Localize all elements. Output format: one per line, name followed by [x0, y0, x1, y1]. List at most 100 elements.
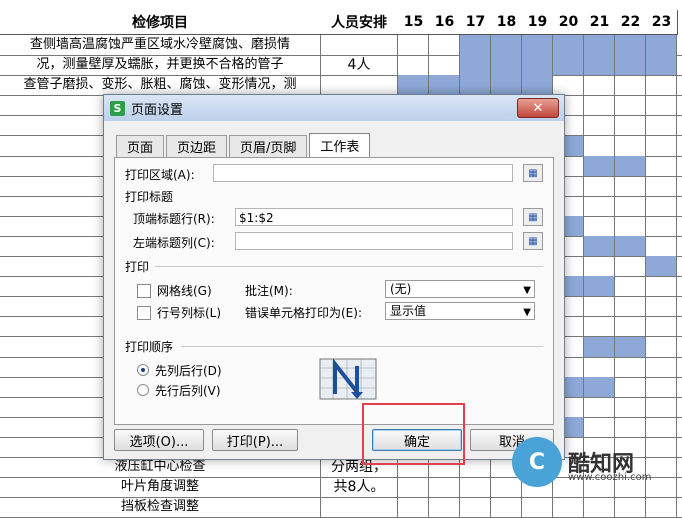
- rowcol-headers-checkbox[interactable]: [137, 306, 151, 320]
- down-then-over-label: 先列后行(D): [155, 364, 222, 378]
- watermark: C 酷知网 www.coozhi.com: [512, 434, 682, 490]
- left-cols-picker-button[interactable]: ▦: [523, 232, 543, 250]
- gantt-cell: [615, 195, 646, 216]
- tab-header-footer[interactable]: 页眉/页脚: [229, 135, 308, 157]
- down-then-over-radio[interactable]: [137, 364, 149, 376]
- cell-errors-select[interactable]: 显示值 ▼: [385, 302, 535, 320]
- gantt-cell: [584, 155, 615, 176]
- gantt-cell: [429, 477, 460, 498]
- row-item-text: 查侧墙高温腐蚀严重区域水冷壁腐蚀、磨损情: [29, 37, 290, 52]
- gantt-cell: [646, 195, 677, 216]
- gantt-cell: [491, 35, 522, 56]
- gantt-cell: [584, 195, 615, 216]
- gantt-cell: [646, 55, 677, 76]
- top-rows-input[interactable]: $1:$2: [235, 208, 513, 226]
- header-day: 18: [491, 10, 523, 35]
- tab-margins[interactable]: 页边距: [166, 135, 228, 157]
- gantt-cell: [522, 35, 553, 56]
- gantt-cell: [615, 135, 646, 156]
- ok-button-highlight-box: [362, 403, 465, 465]
- close-button[interactable]: ✕: [517, 98, 559, 118]
- cell-errors-label: 错误单元格打印为(E):: [245, 306, 362, 320]
- page-setup-dialog: S 页面设置 ✕ 页面 页边距 页眉/页脚 工作表 打印区域(A): ▦ 打印标…: [103, 94, 565, 460]
- gantt-cell: [584, 215, 615, 236]
- tab-bar: 页面 页边距 页眉/页脚 工作表: [116, 133, 372, 157]
- gantt-cell: [615, 296, 646, 317]
- gantt-cell: [429, 497, 460, 518]
- gantt-cell: [584, 336, 615, 357]
- page-order-label: 打印顺序: [125, 340, 174, 354]
- row-persons-cell: [320, 75, 398, 96]
- left-cols-input[interactable]: [235, 232, 513, 250]
- gantt-cell: [584, 135, 615, 156]
- gantt-cell: [584, 376, 615, 397]
- options-button[interactable]: 选项(O)...: [114, 429, 204, 451]
- watermark-url: www.coozhi.com: [568, 472, 652, 483]
- gantt-cell: [615, 497, 646, 518]
- gantt-cell: [553, 35, 584, 56]
- tab-page[interactable]: 页面: [116, 135, 165, 157]
- gantt-cell: [584, 316, 615, 337]
- gantt-cell: [615, 155, 646, 176]
- header-day: 22: [615, 10, 647, 35]
- gantt-cell: [646, 316, 677, 337]
- gantt-cell: [584, 396, 615, 417]
- gantt-cell: [522, 75, 553, 96]
- gantt-cell: [615, 396, 646, 417]
- gantt-cell: [615, 75, 646, 96]
- range-picker-icon: ▦: [528, 167, 538, 179]
- top-rows-label: 顶端标题行(R):: [133, 212, 215, 226]
- gantt-cell: [646, 356, 677, 377]
- over-then-down-radio[interactable]: [137, 384, 149, 396]
- gridlines-label: 网格线(G): [157, 284, 212, 298]
- row-persons-cell: 共8人。: [320, 477, 398, 498]
- gantt-cell: [615, 336, 646, 357]
- range-picker-icon: ▦: [528, 235, 538, 247]
- gantt-cell: [398, 497, 429, 518]
- sheet-tab-panel: 打印区域(A): ▦ 打印标题 顶端标题行(R): $1:$2 ▦ 左端标题列(…: [114, 157, 554, 425]
- header-day: 16: [429, 10, 461, 35]
- page-order-divider: [181, 346, 543, 347]
- gantt-cell: [615, 215, 646, 236]
- rowcol-headers-label: 行号列标(L): [157, 306, 222, 320]
- left-cols-label: 左端标题列(C):: [133, 236, 215, 250]
- gantt-cell: [615, 256, 646, 277]
- gantt-cell: [646, 215, 677, 236]
- gantt-cell: [398, 75, 429, 96]
- gantt-cell: [584, 55, 615, 76]
- gantt-cell: [460, 35, 491, 56]
- gantt-cell: [615, 236, 646, 257]
- print-section-divider: [155, 266, 543, 267]
- gantt-cell: [553, 55, 584, 76]
- dialog-titlebar[interactable]: S 页面设置 ✕: [104, 95, 564, 121]
- gantt-cell: [615, 55, 646, 76]
- gantt-cell: [615, 276, 646, 297]
- gantt-cell: [584, 175, 615, 196]
- print-button[interactable]: 打印(P)...: [212, 429, 298, 451]
- cell-errors-value: 显示值: [390, 304, 427, 318]
- print-area-input[interactable]: [213, 164, 513, 182]
- top-rows-picker-button[interactable]: ▦: [523, 208, 543, 226]
- gantt-cell: [491, 75, 522, 96]
- comments-select[interactable]: (无) ▼: [385, 280, 535, 298]
- row-item-text: 查管子磨损、变形、胀粗、腐蚀、变形情况，测: [23, 77, 297, 93]
- tab-sheet[interactable]: 工作表: [309, 133, 371, 157]
- gantt-cell: [553, 75, 584, 96]
- gantt-cell: [646, 135, 677, 156]
- gantt-cell: [584, 256, 615, 277]
- wps-app-icon: S: [110, 100, 125, 116]
- sheet-title-strip: [0, 0, 682, 10]
- comments-value: (无): [390, 282, 412, 296]
- row-item-text: 挡板检查调整: [120, 499, 199, 515]
- gantt-cell: [646, 35, 677, 56]
- header-item: 检修项目: [0, 10, 321, 35]
- gantt-cell: [646, 336, 677, 357]
- gantt-cell: [646, 256, 677, 277]
- print-area-picker-button[interactable]: ▦: [523, 164, 543, 182]
- gantt-cell: [553, 497, 584, 518]
- table-row: 况，测量壁厚及蠕胀，并更换不合格的管子 4人: [0, 55, 682, 77]
- gantt-cell: [646, 115, 677, 136]
- gridlines-checkbox[interactable]: [137, 284, 151, 298]
- gantt-cell: [398, 55, 429, 76]
- comments-label: 批注(M):: [245, 284, 293, 298]
